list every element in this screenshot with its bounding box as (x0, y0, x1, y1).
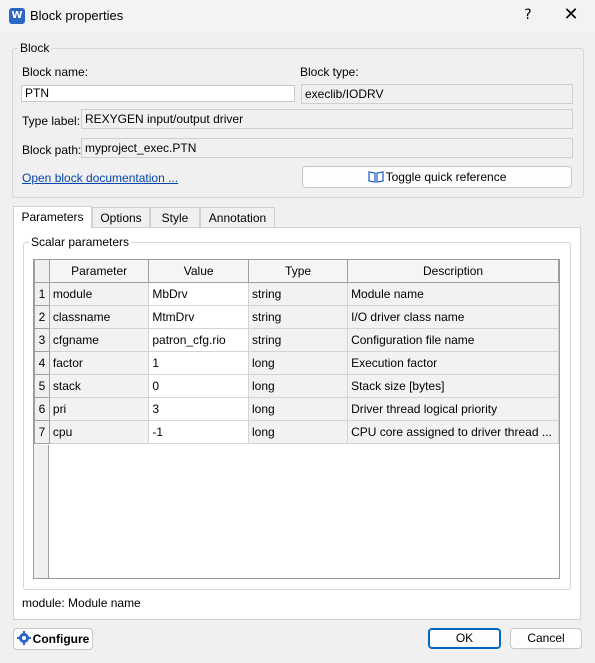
parameter-name-cell: factor (48, 351, 150, 375)
parameter-type-cell: string (248, 328, 349, 352)
parameter-description-cell: Module name (347, 282, 559, 306)
row-number: 5 (34, 374, 50, 398)
app-logo-icon: W (9, 8, 25, 24)
row-number: 2 (34, 305, 50, 329)
parameter-value-cell[interactable]: MtmDrv (148, 305, 250, 329)
parameter-value-cell[interactable]: 3 (148, 397, 250, 421)
window-title: Block properties (30, 8, 124, 23)
scalar-parameters-title: Scalar parameters (29, 235, 132, 249)
row-number: 4 (34, 351, 50, 375)
parameter-description-cell: CPU core assigned to driver thread ... (347, 420, 559, 444)
configure-button[interactable]: Configure (13, 628, 93, 650)
block-path-label: Block path: (22, 143, 82, 157)
close-button[interactable]: ✕ (557, 3, 585, 27)
table-row[interactable]: 3 cfgname patron_cfg.rio string Configur… (34, 328, 559, 352)
parameter-description-cell: Configuration file name (347, 328, 559, 352)
block-type-label: Block type: (300, 65, 359, 79)
parameter-description-cell: I/O driver class name (347, 305, 559, 329)
parameter-description-cell: Driver thread logical priority (347, 397, 559, 421)
configure-label: Configure (32, 632, 90, 646)
table-header-row: Parameter Value Type Description (34, 260, 559, 283)
parameter-description-cell: Execution factor (347, 351, 559, 375)
table-row[interactable]: 6 pri 3 long Driver thread logical prior… (34, 397, 559, 421)
column-header-type[interactable]: Type (248, 260, 349, 283)
parameter-description-cell: Stack size [bytes] (347, 374, 559, 398)
table-row[interactable]: 1 module MbDrv string Module name (34, 282, 559, 306)
parameter-value-cell[interactable]: 1 (148, 351, 250, 375)
parameters-table: Parameter Value Type Description 1 modul… (33, 259, 560, 579)
table-row[interactable]: 7 cpu -1 long CPU core assigned to drive… (34, 420, 559, 444)
tab-style[interactable]: Style (150, 207, 200, 227)
row-number: 6 (34, 397, 50, 421)
block-group-title: Block (18, 41, 52, 55)
parameter-type-cell: long (248, 351, 349, 375)
tab-parameters[interactable]: Parameters (13, 206, 92, 228)
parameter-name-cell: classname (48, 305, 150, 329)
parameter-type-cell: string (248, 282, 349, 306)
parameter-type-cell: long (248, 420, 349, 444)
parameter-value-cell[interactable]: MbDrv (148, 282, 250, 306)
row-number: 3 (34, 328, 50, 352)
parameter-type-cell: long (248, 374, 349, 398)
parameter-value-cell[interactable]: patron_cfg.rio (148, 328, 250, 352)
tab-options[interactable]: Options (92, 207, 150, 227)
table-row[interactable]: 2 classname MtmDrv string I/O driver cla… (34, 305, 559, 329)
block-path-field: myproject_exec.PTN (81, 138, 573, 158)
parameter-name-cell: cpu (48, 420, 150, 444)
block-type-field: execlib/IODRV (301, 84, 573, 104)
gear-icon (16, 631, 31, 645)
parameter-type-cell: long (248, 397, 349, 421)
column-header-description[interactable]: Description (347, 260, 559, 283)
parameter-value-cell[interactable]: -1 (148, 420, 250, 444)
toggle-quick-reference-label: Toggle quick reference (385, 170, 507, 184)
block-name-input[interactable] (21, 85, 295, 102)
parameter-name-cell: pri (48, 397, 150, 421)
block-name-label: Block name: (22, 65, 89, 79)
table-row[interactable]: 4 factor 1 long Execution factor (34, 351, 559, 375)
column-header-parameter[interactable]: Parameter (48, 260, 150, 283)
row-number: 1 (34, 282, 50, 306)
parameter-type-cell: string (248, 305, 349, 329)
title-bar: W Block properties ? ✕ (0, 0, 595, 32)
parameter-name-cell: module (48, 282, 150, 306)
open-documentation-link[interactable]: Open block documentation ... (22, 171, 178, 185)
column-header-value[interactable]: Value (148, 260, 250, 283)
help-button[interactable]: ? (516, 3, 540, 27)
cancel-button[interactable]: Cancel (510, 628, 582, 649)
table-row[interactable]: 5 stack 0 long Stack size [bytes] (34, 374, 559, 398)
parameter-name-cell: stack (48, 374, 150, 398)
toggle-quick-reference-button[interactable]: Toggle quick reference (302, 166, 572, 188)
row-number: 7 (34, 420, 50, 444)
parameter-value-cell[interactable]: 0 (148, 374, 250, 398)
type-label-label: Type label: (22, 114, 81, 128)
type-label-field: REXYGEN input/output driver (81, 109, 573, 129)
parameter-name-cell: cfgname (48, 328, 150, 352)
book-icon (367, 171, 384, 183)
ok-button[interactable]: OK (428, 628, 501, 649)
tab-annotation[interactable]: Annotation (200, 207, 275, 227)
status-text: module: Module name (22, 596, 141, 610)
row-number-header (34, 260, 50, 283)
row-header-filler (34, 445, 49, 578)
